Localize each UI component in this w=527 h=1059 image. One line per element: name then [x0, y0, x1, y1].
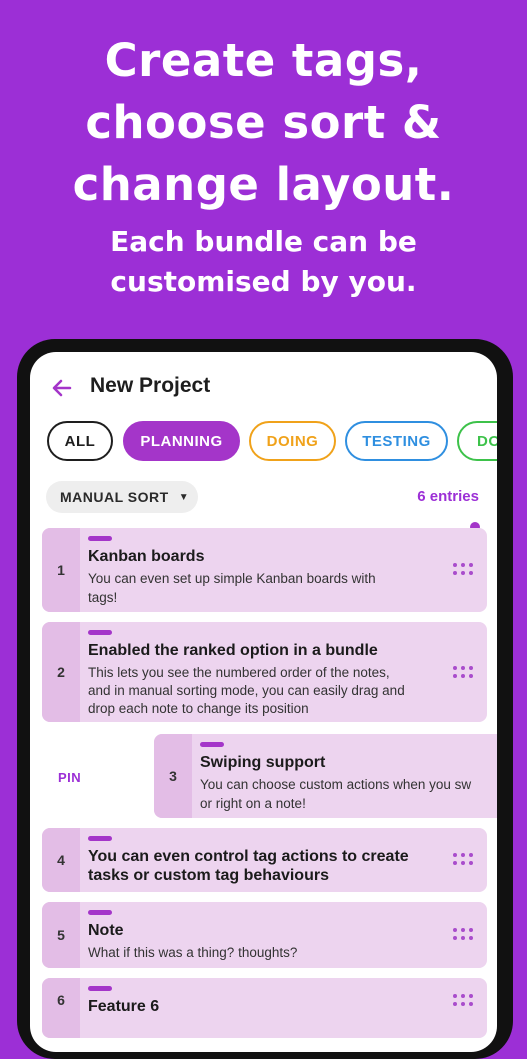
chip-planning[interactable]: PLANNING — [123, 421, 240, 461]
note-title: Feature 6 — [88, 998, 160, 1015]
note-number: 1 — [42, 528, 80, 612]
note-card-2[interactable]: 2 Enabled the ranked option in a bundle … — [42, 622, 487, 722]
note-body-line-2: tags! — [88, 590, 118, 605]
chip-done[interactable]: DO — [457, 421, 497, 461]
note-number: 5 — [42, 902, 80, 968]
note-card-5[interactable]: 5 Note What if this was a thing? thought… — [42, 902, 487, 968]
entries-count: 6 entries — [417, 488, 479, 505]
drag-handle-icon[interactable] — [453, 563, 475, 577]
note-card-6[interactable]: 6 Feature 6 — [42, 978, 487, 1038]
note-body-line-2: and in manual sorting mode, you can easi… — [88, 683, 405, 698]
tag-color-bar — [88, 986, 112, 991]
note-card-1[interactable]: 1 Kanban boards You can even set up simp… — [42, 528, 487, 612]
sort-label: MANUAL SORT — [60, 489, 169, 505]
note-title: Kanban boards — [88, 548, 205, 565]
note-title: Note — [88, 922, 124, 939]
note-number: 4 — [42, 828, 80, 892]
chip-all[interactable]: ALL — [47, 421, 113, 461]
sort-dropdown-button[interactable]: MANUAL SORT ▼ — [46, 481, 198, 513]
note-body-line-1: What if this was a thing? thoughts? — [88, 945, 298, 960]
drag-handle-icon[interactable] — [453, 928, 475, 942]
note-title-line-2: tasks or custom tag behaviours — [88, 867, 329, 884]
tag-color-bar — [88, 836, 112, 841]
tag-color-bar — [88, 630, 112, 635]
note-card-4[interactable]: 4 You can even control tag actions to cr… — [42, 828, 487, 892]
note-body-line-2: or right on a note! — [200, 796, 306, 811]
drag-handle-icon[interactable] — [453, 853, 475, 867]
page-title: New Project — [90, 374, 211, 397]
caret-down-icon: ▼ — [178, 491, 190, 503]
note-title-line-1: You can even control tag actions to crea… — [88, 848, 409, 865]
tag-color-bar — [88, 536, 112, 541]
note-title: Enabled the ranked option in a bundle — [88, 642, 378, 659]
note-body-line-1: You can choose custom actions when you s… — [200, 777, 472, 792]
arrow-left-icon[interactable] — [50, 376, 74, 400]
note-body-line-1: This lets you see the numbered order of … — [88, 665, 390, 680]
subheadline-line-2: customised by you. — [110, 265, 417, 298]
tag-color-bar — [88, 910, 112, 915]
note-card-3[interactable]: 3 Swiping support You can choose custom … — [154, 734, 497, 818]
headline-line-2: choose sort & — [85, 96, 442, 149]
headline-line-3: change layout. — [72, 158, 455, 211]
note-number: 3 — [154, 734, 192, 818]
headline-line-1: Create tags, — [104, 34, 423, 87]
chip-doing[interactable]: DOING — [249, 421, 336, 461]
drag-handle-icon[interactable] — [453, 994, 475, 1008]
app-bar: New Project — [30, 368, 497, 408]
drag-handle-icon[interactable] — [453, 666, 475, 680]
note-body-line-1: You can even set up simple Kanban boards… — [88, 571, 376, 586]
chip-testing[interactable]: TESTING — [345, 421, 448, 461]
promo-header: Create tags, choose sort & change layout… — [0, 0, 527, 302]
note-number: 6 — [42, 978, 80, 1038]
note-body-line-3: drop each note to change its position — [88, 701, 309, 716]
phone-screen: New Project ALL PLANNING DOING TESTING D… — [30, 352, 497, 1052]
subheadline-line-1: Each bundle can be — [110, 225, 417, 258]
note-title: Swiping support — [200, 754, 326, 771]
tag-color-bar — [200, 742, 224, 747]
swipe-pin-action[interactable]: PIN — [58, 770, 81, 785]
note-number: 2 — [42, 622, 80, 722]
